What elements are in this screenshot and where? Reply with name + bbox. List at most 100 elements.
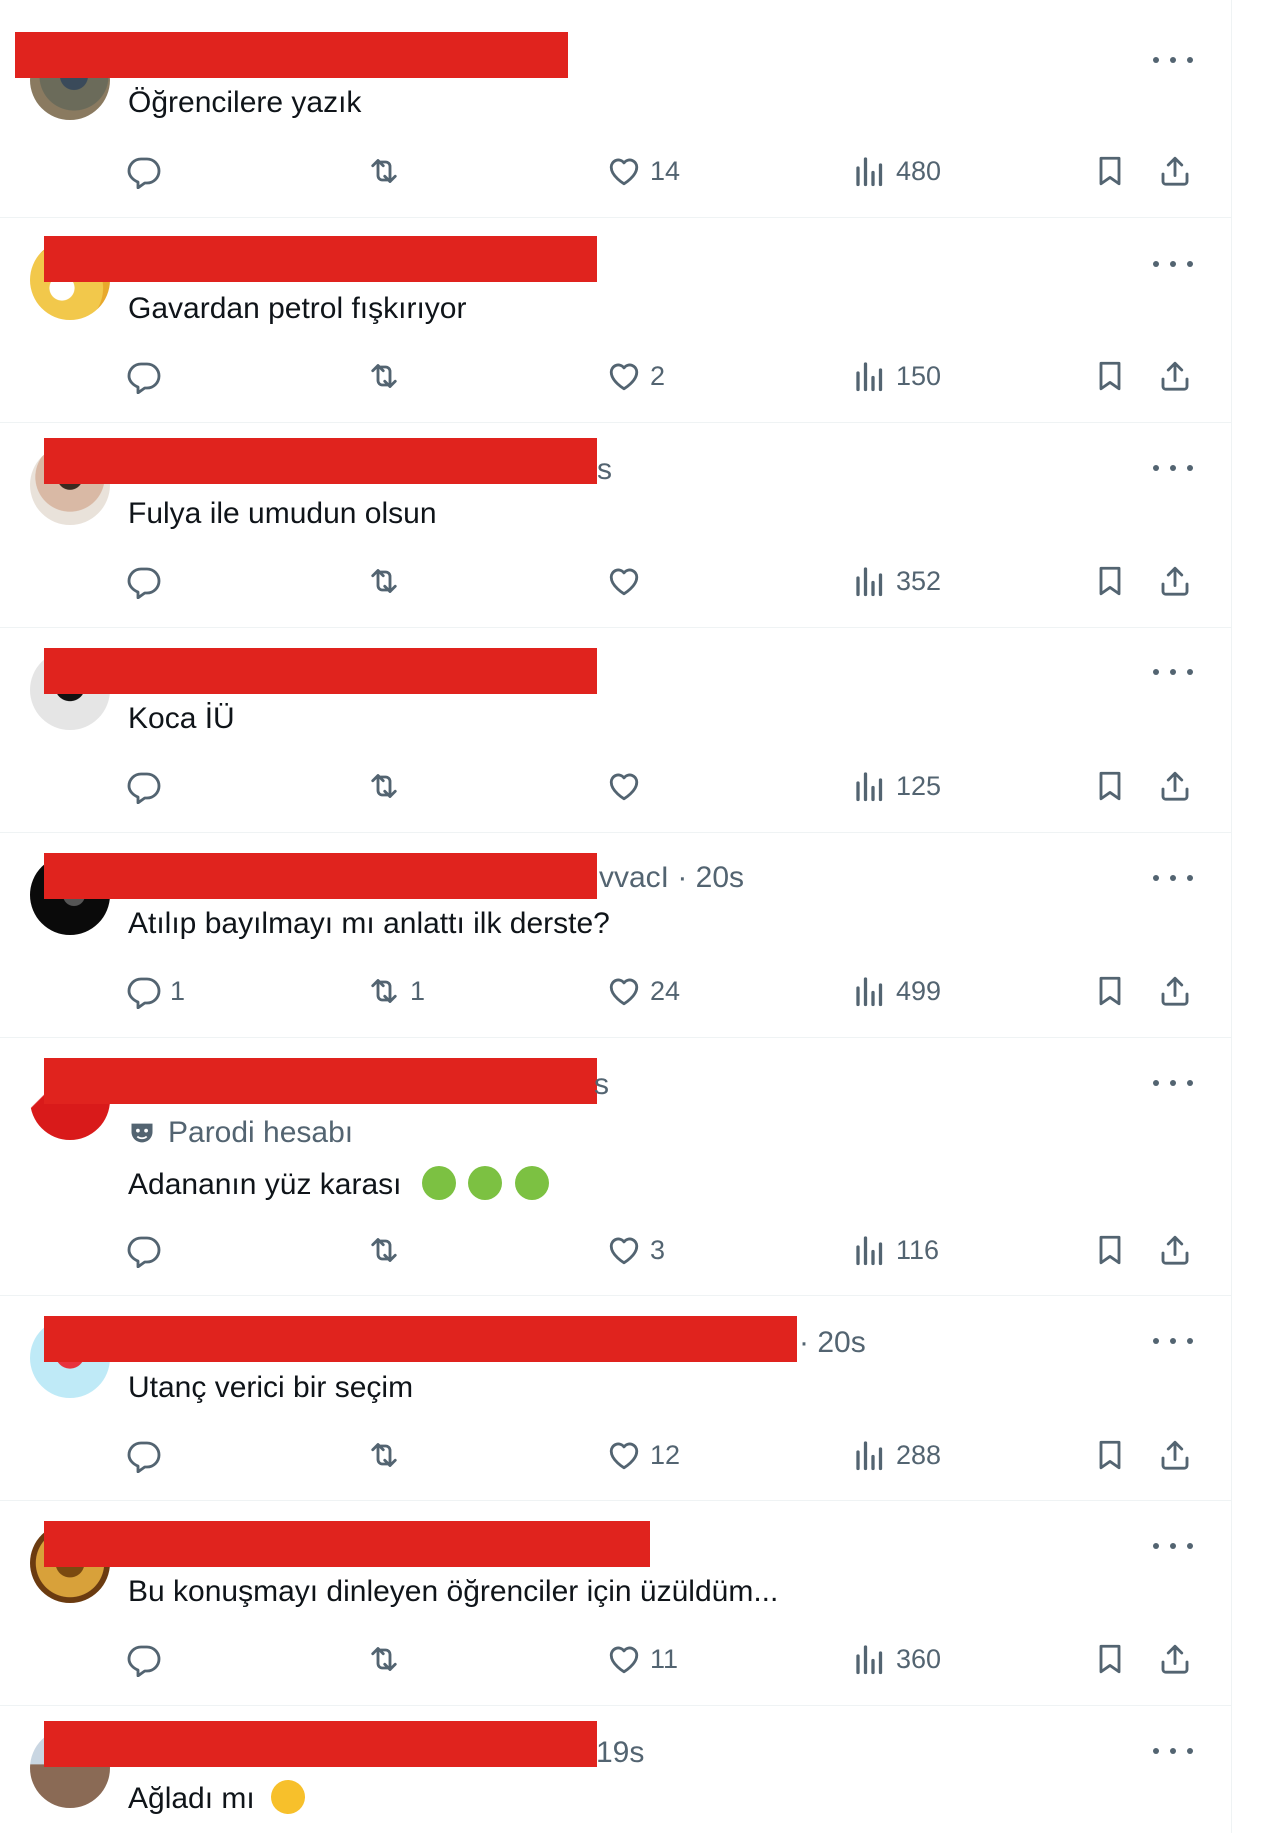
more-options-button[interactable] — [1153, 1071, 1193, 1095]
post-time: s — [597, 453, 612, 486]
more-options-button[interactable] — [1153, 252, 1193, 276]
more-options-button[interactable] — [1153, 1739, 1193, 1763]
more-options-button[interactable] — [1153, 456, 1193, 480]
tweet[interactable]: s Parodi hesabı Adananın yüz karası 3 116 — [0, 1038, 1231, 1296]
bookmark-button[interactable] — [1092, 969, 1128, 1013]
reply-button[interactable] — [126, 764, 170, 808]
retweet-button[interactable] — [366, 559, 410, 603]
like-button[interactable] — [606, 764, 650, 808]
bookmark-button[interactable] — [1092, 149, 1128, 193]
share-icon — [1161, 976, 1189, 1006]
more-icon — [1153, 465, 1159, 471]
retweet-button[interactable] — [366, 1433, 410, 1477]
reply-icon — [127, 157, 161, 189]
reply-button[interactable] — [126, 354, 170, 398]
reply-button[interactable] — [126, 1228, 170, 1272]
views-button[interactable]: 480 — [852, 149, 941, 193]
share-button[interactable] — [1157, 764, 1193, 808]
retweet-icon — [371, 979, 397, 1003]
post-time: · 20s — [799, 1326, 866, 1359]
share-button[interactable] — [1157, 1433, 1193, 1477]
like-count: 24 — [650, 975, 681, 1006]
bookmark-button[interactable] — [1092, 1433, 1128, 1477]
tweet-text: Bu konuşmayı dinleyen öğrenciler için üz… — [128, 1575, 779, 1608]
retweet-button[interactable] — [366, 354, 410, 398]
reply-button[interactable] — [126, 149, 170, 193]
bookmark-button[interactable] — [1092, 354, 1128, 398]
share-icon — [1161, 156, 1189, 186]
tweet[interactable]: 19s Ağladı mı — [0, 1706, 1231, 1833]
retweet-icon — [371, 569, 397, 593]
post-time: s — [594, 1068, 609, 1101]
heart-icon — [609, 363, 639, 391]
bookmark-button[interactable] — [1092, 1228, 1128, 1272]
more-options-button[interactable] — [1153, 1329, 1193, 1353]
retweet-button[interactable] — [366, 149, 410, 193]
reply-button[interactable] — [126, 559, 170, 603]
views-button[interactable]: 352 — [852, 559, 941, 603]
more-icon — [1153, 1543, 1159, 1549]
like-button[interactable]: 11 — [606, 1637, 678, 1681]
share-button[interactable] — [1157, 1637, 1193, 1681]
views-button[interactable]: 150 — [852, 354, 941, 398]
more-options-button[interactable] — [1153, 866, 1193, 890]
bookmark-icon — [1099, 771, 1121, 801]
more-options-button[interactable] — [1153, 1534, 1193, 1558]
views-count: 150 — [896, 360, 942, 391]
more-icon — [1153, 875, 1159, 881]
like-button[interactable]: 24 — [606, 969, 680, 1013]
views-icon — [856, 567, 883, 597]
reply-icon — [127, 362, 161, 394]
retweet-button[interactable] — [366, 764, 410, 808]
bookmark-button[interactable] — [1092, 764, 1128, 808]
share-button[interactable] — [1157, 969, 1193, 1013]
share-icon — [1161, 1440, 1189, 1470]
bookmark-button[interactable] — [1092, 1637, 1128, 1681]
bookmark-icon — [1099, 361, 1121, 391]
tweet[interactable]: Öğrencilere yazık 14 480 — [0, 0, 1231, 218]
tweet-actions: 2 150 — [0, 354, 1231, 398]
tweet[interactable]: s Fulya ile umudun olsun 352 — [0, 423, 1231, 628]
more-options-button[interactable] — [1153, 48, 1193, 72]
views-button[interactable]: 125 — [852, 764, 941, 808]
like-button[interactable]: 3 — [606, 1228, 665, 1272]
reply-button[interactable] — [126, 1637, 170, 1681]
reply-icon — [127, 1645, 161, 1677]
retweet-button[interactable] — [366, 1228, 410, 1272]
reply-icon — [127, 567, 161, 599]
like-button[interactable]: 14 — [606, 149, 680, 193]
views-button[interactable]: 288 — [852, 1433, 941, 1477]
tweet-text: Atılıp bayılmayı mı anlattı ilk derste? — [128, 907, 610, 940]
reply-button[interactable] — [126, 1433, 170, 1477]
share-button[interactable] — [1157, 1228, 1193, 1272]
reply-button[interactable]: 1 — [126, 969, 185, 1013]
tweet[interactable]: Bu konuşmayı dinleyen öğrenciler için üz… — [0, 1501, 1231, 1706]
views-button[interactable]: 116 — [852, 1228, 939, 1272]
bookmark-icon — [1099, 1440, 1121, 1470]
share-button[interactable] — [1157, 354, 1193, 398]
tweet-text: Ağladı mı — [128, 1775, 310, 1819]
views-button[interactable]: 499 — [852, 969, 941, 1013]
retweet-button[interactable] — [366, 1637, 410, 1681]
share-button[interactable] — [1157, 559, 1193, 603]
tweet[interactable]: · 20s Utanç verici bir seçim 12 288 — [0, 1296, 1231, 1501]
tweet[interactable]: Gavardan petrol fışkırıyor 2 150 — [0, 218, 1231, 423]
views-icon — [856, 1236, 883, 1266]
reply-feed: Öğrencilere yazık 14 480 Gavardan petrol … — [0, 0, 1232, 1833]
share-button[interactable] — [1157, 149, 1193, 193]
like-button[interactable]: 2 — [606, 354, 665, 398]
like-button[interactable]: 12 — [606, 1433, 680, 1477]
views-icon — [856, 772, 883, 802]
tweet-text-content: Ağladı mı — [128, 1782, 255, 1815]
more-options-button[interactable] — [1153, 660, 1193, 684]
more-icon — [1153, 1748, 1159, 1754]
retweet-button[interactable]: 1 — [366, 969, 425, 1013]
like-button[interactable] — [606, 559, 650, 603]
tweet[interactable]: Koca İÜ 125 — [0, 628, 1231, 833]
views-icon — [856, 1441, 883, 1471]
tweet[interactable]: vvacI · 20s Atılıp bayılmayı mı anlattı … — [0, 833, 1231, 1038]
views-button[interactable]: 360 — [852, 1637, 941, 1681]
bookmark-button[interactable] — [1092, 559, 1128, 603]
share-icon — [1161, 361, 1189, 391]
post-time: vvacI · 20s — [599, 861, 745, 894]
